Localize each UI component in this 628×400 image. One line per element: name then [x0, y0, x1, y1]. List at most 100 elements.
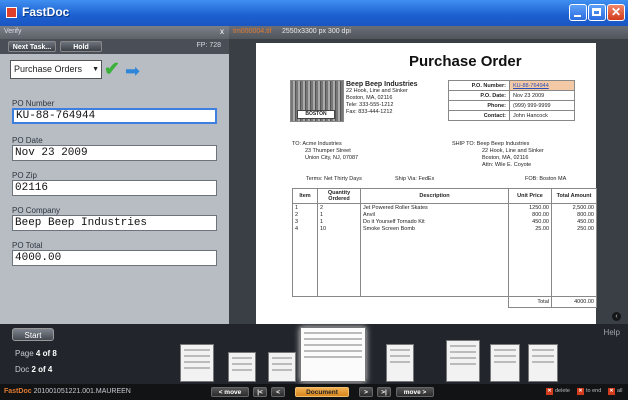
page-thumbnail[interactable] — [490, 344, 520, 382]
verify-label: Verify — [4, 28, 22, 35]
check-icon[interactable]: ✔ — [104, 58, 120, 81]
minimize-button[interactable] — [569, 4, 587, 21]
to-label: TO: — [292, 141, 302, 147]
maximize-button[interactable] — [588, 4, 606, 21]
move-left-button[interactable]: < move — [211, 387, 249, 397]
doc-indicator: Doc 2 of 4 — [15, 365, 52, 374]
po-title: Purchase Order — [409, 53, 522, 70]
po-number-label: PO Number — [12, 99, 55, 108]
doc-type-select[interactable]: Purchase Orders ▼ — [10, 60, 102, 79]
all-label: all — [617, 388, 623, 394]
page-thumbnail[interactable] — [528, 344, 558, 382]
po-total-input[interactable]: 4000.00 — [12, 250, 217, 266]
col-item: Item — [292, 188, 318, 204]
start-button[interactable]: Start — [12, 328, 54, 341]
maximize-icon — [592, 8, 601, 16]
cell: Smoke Screen Bomb — [360, 225, 509, 232]
table-row: 4 10 Smoke Screen Bomb 25.00 250.00 — [292, 225, 597, 232]
ship-to-line: Attn: Wile E. Coyote — [482, 162, 532, 168]
to-end-button[interactable]: ✕ to end — [577, 388, 601, 395]
company-line: Fax: 833-444-1212 — [346, 109, 393, 115]
cell: 450.00 — [551, 218, 597, 225]
next-task-button[interactable]: Next Task... — [8, 41, 56, 52]
to-end-label: to end — [586, 388, 602, 394]
po-date-input[interactable]: Nov 23 2009 — [12, 145, 217, 161]
col-amount: Total Amount — [551, 188, 597, 204]
to-line: 23 Thumper Street — [305, 148, 351, 154]
brand-name: FastDoc — [4, 388, 32, 395]
page-thumbnail[interactable] — [268, 352, 296, 382]
meta-value: Nov 23 2009 — [509, 90, 575, 101]
doc-label: Doc — [15, 365, 30, 374]
po-number-input[interactable]: KU-88-764944 — [12, 108, 217, 124]
fob: FOB: Boston MA — [525, 176, 567, 182]
total-row: Total 4000.00 — [293, 296, 597, 308]
document-filename: tm000004.tif — [233, 28, 272, 35]
delete-button[interactable]: ✕ delete — [546, 388, 570, 395]
cell: 1 — [292, 203, 318, 211]
logo-caption: BOSTON — [297, 110, 335, 119]
app-icon — [6, 7, 17, 18]
page-thumbnail-selected[interactable] — [300, 327, 366, 382]
status-bar: FastDoc 201001051221.001.MAUREEN < move … — [0, 384, 628, 400]
cell: 4 — [292, 225, 318, 232]
next-page-button[interactable]: > — [359, 387, 373, 397]
po-zip-input[interactable]: 02116 — [12, 180, 217, 196]
ship-to-line: Beep Beep Industries — [476, 141, 530, 147]
close-icon: ✕ — [610, 5, 622, 19]
ship-to-line: 22 Hook, Line and Sinker — [482, 148, 544, 154]
cell: 10 — [317, 225, 361, 232]
dropdown-arrow-icon: ▼ — [92, 66, 99, 73]
page-value: 4 of 8 — [35, 349, 57, 358]
meta-value: (999) 999-9999 — [509, 100, 575, 111]
po-company-input[interactable]: Beep Beep Industries — [12, 215, 217, 231]
po-total-label: PO Total — [12, 241, 43, 250]
page-thumbnail[interactable] — [386, 344, 414, 382]
close-button[interactable]: ✕ — [607, 4, 625, 21]
all-button[interactable]: ✕ all — [608, 388, 623, 395]
page-indicator: Page 4 of 8 — [15, 349, 57, 358]
page-thumbnail[interactable] — [446, 340, 480, 382]
cell: Do it Yourself Tornado Kit — [360, 218, 509, 225]
meta-key: Phone: — [448, 100, 510, 111]
arrow-right-icon[interactable]: ➡ — [125, 61, 140, 82]
move-right-button[interactable]: move > — [396, 387, 434, 397]
cell: Anvil — [360, 211, 509, 218]
last-page-button[interactable]: >| — [377, 387, 391, 397]
help-link[interactable]: Help — [604, 328, 620, 337]
first-page-button[interactable]: |< — [253, 387, 267, 397]
city-logo: BOSTON — [290, 80, 344, 122]
hold-button[interactable]: Hold — [60, 41, 102, 52]
verify-close-icon[interactable]: x — [220, 27, 224, 36]
cell: 1 — [317, 211, 361, 218]
bottom-panel: Start Help Page 4 of 8 Doc 2 of 4 FastDo… — [0, 324, 628, 400]
cell: 25.00 — [508, 225, 552, 232]
table-filler — [292, 232, 597, 297]
ship-to-line: Boston, MA, 02116 — [482, 155, 529, 161]
document-page[interactable]: Purchase Order BOSTON Beep Beep Industri… — [256, 43, 597, 325]
meta-key: P.O. Date: — [448, 90, 510, 101]
verify-header: Verify x — [0, 26, 229, 39]
terms: Terms: Net Thirty Days — [306, 176, 362, 182]
document-info-bar: tm000004.tif 2550x3300 px 300 dpi — [229, 26, 628, 39]
prev-page-button[interactable]: < — [271, 387, 285, 397]
page-label: Page — [15, 349, 34, 358]
task-toolbar: Next Task... Hold FP: 728 — [0, 39, 229, 54]
cell: Jet Powered Roller Skates — [360, 203, 509, 211]
cell: 1250.00 — [508, 203, 552, 211]
page-thumbnail[interactable] — [180, 344, 214, 382]
to-line: Acme Industries — [302, 141, 342, 147]
verify-panel: Verify x Next Task... Hold FP: 728 Purch… — [0, 26, 229, 324]
fp-count: FP: 728 — [196, 42, 221, 49]
collapse-icon[interactable]: ‹ — [612, 312, 621, 321]
page-thumbnail[interactable] — [228, 352, 256, 382]
meta-value-highlight[interactable]: KU-88-764944 — [509, 80, 575, 91]
cell: 450.00 — [508, 218, 552, 225]
document-button[interactable]: Document — [295, 387, 349, 397]
minimize-icon — [574, 15, 581, 17]
thumbnail-strip — [176, 327, 586, 382]
document-viewer: tm000004.tif 2550x3300 px 300 dpi Purcha… — [229, 26, 628, 325]
col-qty: Quantity Ordered — [317, 188, 361, 204]
table-row: 3 1 Do it Yourself Tornado Kit 450.00 45… — [292, 218, 597, 225]
document-dimensions: 2550x3300 px 300 dpi — [282, 28, 351, 35]
